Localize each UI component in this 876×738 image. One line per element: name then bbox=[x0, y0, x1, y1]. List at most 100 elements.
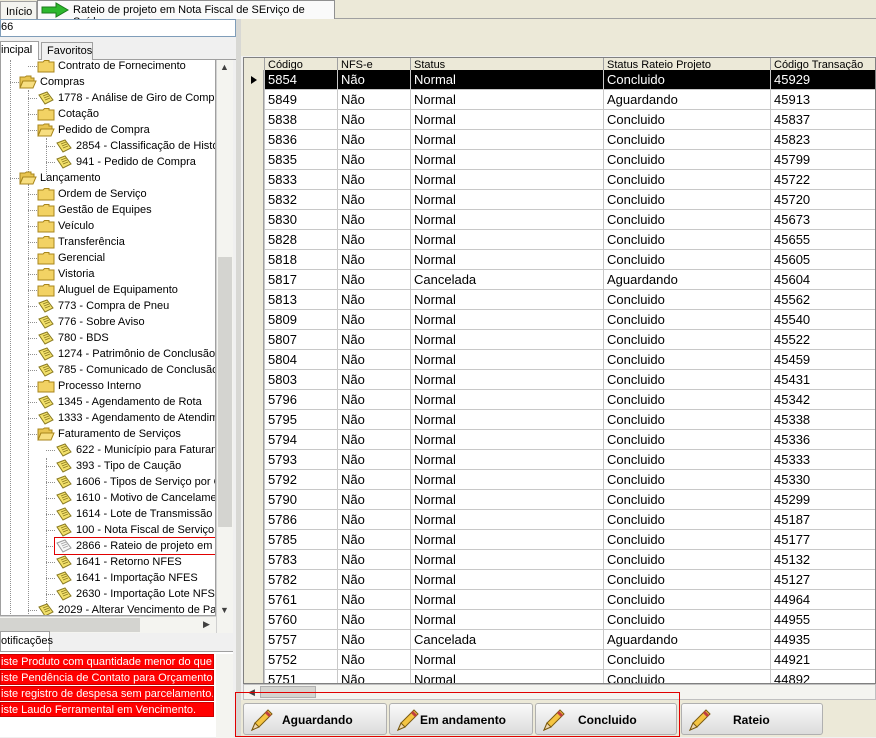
cell-status-rateio[interactable]: Concluido bbox=[603, 510, 770, 530]
cell-status[interactable]: Normal bbox=[410, 170, 603, 190]
cell-status-rateio[interactable]: Concluido bbox=[603, 370, 770, 390]
row-indicator[interactable] bbox=[244, 530, 264, 550]
cell-codigo[interactable]: 5795 bbox=[264, 410, 337, 430]
table-row[interactable]: 5793 Não Normal Concluido 45333 bbox=[244, 450, 875, 470]
row-indicator[interactable] bbox=[244, 130, 264, 150]
cell-status[interactable]: Cancelada bbox=[410, 630, 603, 650]
cell-nfse[interactable]: Não bbox=[337, 230, 410, 250]
cell-status[interactable]: Normal bbox=[410, 310, 603, 330]
cell-codigo-transacao[interactable]: 45605 bbox=[770, 250, 875, 270]
cell-codigo[interactable]: 5835 bbox=[264, 150, 337, 170]
cell-status[interactable]: Normal bbox=[410, 90, 603, 110]
cell-status-rateio[interactable]: Concluido bbox=[603, 650, 770, 670]
cell-status-rateio[interactable]: Concluido bbox=[603, 130, 770, 150]
cell-nfse[interactable]: Não bbox=[337, 570, 410, 590]
table-row[interactable]: 5796 Não Normal Concluido 45342 bbox=[244, 390, 875, 410]
cell-codigo[interactable]: 5792 bbox=[264, 470, 337, 490]
tree-item[interactable]: Gerencial bbox=[37, 250, 215, 266]
cell-codigo-transacao[interactable]: 45132 bbox=[770, 550, 875, 570]
cell-codigo[interactable]: 5782 bbox=[264, 570, 337, 590]
row-indicator[interactable] bbox=[244, 310, 264, 330]
cell-status[interactable]: Normal bbox=[410, 350, 603, 370]
cell-codigo[interactable]: 5813 bbox=[264, 290, 337, 310]
cell-codigo[interactable]: 5783 bbox=[264, 550, 337, 570]
cell-status-rateio[interactable]: Concluido bbox=[603, 150, 770, 170]
cell-codigo-transacao[interactable]: 45799 bbox=[770, 150, 875, 170]
cell-codigo-transacao[interactable]: 45338 bbox=[770, 410, 875, 430]
tree-item[interactable]: Gestão de Equipes bbox=[37, 202, 215, 218]
tree-item[interactable]: Cotação bbox=[37, 106, 215, 122]
table-row[interactable]: 5835 Não Normal Concluido 45799 bbox=[244, 150, 875, 170]
cell-status[interactable]: Normal bbox=[410, 190, 603, 210]
cell-codigo-transacao[interactable]: 45655 bbox=[770, 230, 875, 250]
table-row[interactable]: 5838 Não Normal Concluido 45837 bbox=[244, 110, 875, 130]
row-indicator[interactable] bbox=[244, 390, 264, 410]
row-indicator[interactable] bbox=[244, 510, 264, 530]
cell-status[interactable]: Normal bbox=[410, 670, 603, 683]
cell-codigo-transacao[interactable]: 45187 bbox=[770, 510, 875, 530]
row-indicator[interactable] bbox=[244, 450, 264, 470]
cell-codigo-transacao[interactable]: 45722 bbox=[770, 170, 875, 190]
table-row[interactable]: 5833 Não Normal Concluido 45722 bbox=[244, 170, 875, 190]
cell-codigo-transacao[interactable]: 45929 bbox=[770, 70, 875, 90]
tree-item[interactable]: Ordem de Serviço bbox=[37, 186, 215, 202]
cell-codigo-transacao[interactable]: 45720 bbox=[770, 190, 875, 210]
row-indicator[interactable] bbox=[244, 190, 264, 210]
cell-nfse[interactable]: Não bbox=[337, 310, 410, 330]
cell-codigo[interactable]: 5804 bbox=[264, 350, 337, 370]
tree-item[interactable]: 1606 - Tipos de Serviço por Cont bbox=[55, 474, 215, 490]
cell-nfse[interactable]: Não bbox=[337, 110, 410, 130]
cell-nfse[interactable]: Não bbox=[337, 450, 410, 470]
row-indicator[interactable] bbox=[244, 110, 264, 130]
cell-codigo-transacao[interactable]: 44935 bbox=[770, 630, 875, 650]
row-indicator[interactable] bbox=[244, 290, 264, 310]
cell-codigo[interactable]: 5838 bbox=[264, 110, 337, 130]
tree-item[interactable]: 2630 - Importação Lote NFSS bbox=[55, 586, 215, 602]
cell-status[interactable]: Normal bbox=[410, 550, 603, 570]
cell-nfse[interactable]: Não bbox=[337, 150, 410, 170]
tree-item[interactable]: 1614 - Lote de Transmissão para bbox=[55, 506, 215, 522]
cell-codigo-transacao[interactable]: 45604 bbox=[770, 270, 875, 290]
cell-status[interactable]: Normal bbox=[410, 150, 603, 170]
cell-codigo-transacao[interactable]: 44964 bbox=[770, 590, 875, 610]
row-indicator[interactable] bbox=[244, 210, 264, 230]
cell-codigo[interactable]: 5793 bbox=[264, 450, 337, 470]
table-row[interactable]: 5830 Não Normal Concluido 45673 bbox=[244, 210, 875, 230]
cell-status-rateio[interactable]: Concluido bbox=[603, 430, 770, 450]
row-indicator[interactable] bbox=[244, 90, 264, 110]
tree-item[interactable]: Processo Interno bbox=[37, 378, 215, 394]
cell-status[interactable]: Normal bbox=[410, 590, 603, 610]
row-indicator[interactable] bbox=[244, 430, 264, 450]
tree-item[interactable]: Transferência bbox=[37, 234, 215, 250]
cell-nfse[interactable]: Não bbox=[337, 330, 410, 350]
cell-status-rateio[interactable]: Concluido bbox=[603, 450, 770, 470]
cell-status-rateio[interactable]: Concluido bbox=[603, 410, 770, 430]
row-indicator[interactable] bbox=[244, 410, 264, 430]
table-row[interactable]: 5832 Não Normal Concluido 45720 bbox=[244, 190, 875, 210]
cell-nfse[interactable]: Não bbox=[337, 510, 410, 530]
cell-status[interactable]: Normal bbox=[410, 510, 603, 530]
cell-nfse[interactable]: Não bbox=[337, 250, 410, 270]
cell-codigo[interactable]: 5786 bbox=[264, 510, 337, 530]
cell-codigo[interactable]: 5785 bbox=[264, 530, 337, 550]
tree-item[interactable]: 1345 - Agendamento de Rota bbox=[37, 394, 215, 410]
cell-status-rateio[interactable]: Aguardando bbox=[603, 630, 770, 650]
cell-nfse[interactable]: Não bbox=[337, 270, 410, 290]
cell-status-rateio[interactable]: Concluido bbox=[603, 310, 770, 330]
cell-status-rateio[interactable]: Concluido bbox=[603, 490, 770, 510]
row-indicator[interactable] bbox=[244, 490, 264, 510]
cell-codigo-transacao[interactable]: 45431 bbox=[770, 370, 875, 390]
table-row[interactable]: 5782 Não Normal Concluido 45127 bbox=[244, 570, 875, 590]
table-row[interactable]: 5792 Não Normal Concluido 45330 bbox=[244, 470, 875, 490]
tree-item[interactable]: Aluguel de Equipamento bbox=[37, 282, 215, 298]
cell-nfse[interactable]: Não bbox=[337, 530, 410, 550]
row-indicator[interactable] bbox=[244, 670, 264, 683]
row-indicator[interactable] bbox=[244, 570, 264, 590]
row-indicator[interactable] bbox=[244, 650, 264, 670]
row-indicator[interactable] bbox=[244, 270, 264, 290]
cell-codigo-transacao[interactable]: 44892 bbox=[770, 670, 875, 683]
scroll-down-icon[interactable]: ▼ bbox=[217, 603, 232, 618]
cell-status-rateio[interactable]: Concluido bbox=[603, 350, 770, 370]
tree-item[interactable]: 941 - Pedido de Compra bbox=[55, 154, 215, 170]
row-indicator[interactable] bbox=[244, 550, 264, 570]
